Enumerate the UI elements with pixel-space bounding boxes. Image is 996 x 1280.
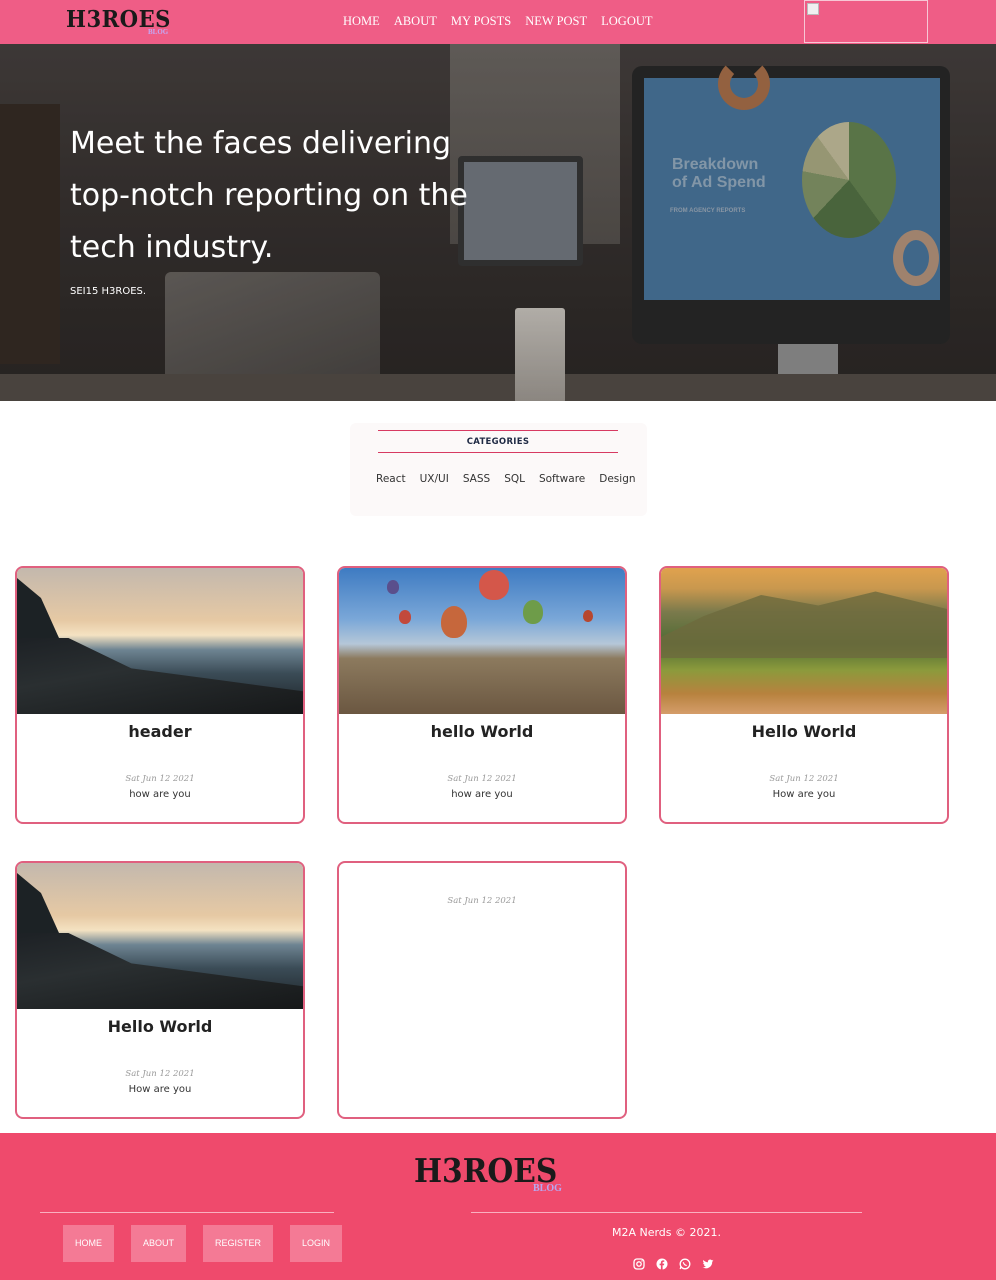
category-sql[interactable]: SQL bbox=[504, 473, 525, 485]
nav-link-about[interactable]: ABOUT bbox=[394, 14, 437, 29]
facebook-icon[interactable] bbox=[655, 1257, 669, 1271]
category-react[interactable]: React bbox=[376, 473, 406, 485]
post-excerpt: how are you bbox=[451, 789, 513, 800]
footer-link-login[interactable]: LOGIN bbox=[290, 1225, 343, 1262]
site-logo-subtitle: BLOG bbox=[148, 28, 169, 36]
nav-links: HOME ABOUT MY POSTS NEW POST LOGOUT bbox=[343, 14, 653, 29]
nav-link-home[interactable]: HOME bbox=[343, 14, 380, 29]
post-card[interactable]: Hello World Sat Jun 12 2021 How are you bbox=[659, 566, 949, 824]
post-date: Sat Jun 12 2021 bbox=[447, 774, 517, 784]
post-title: hello World bbox=[430, 722, 534, 741]
post-date: Sat Jun 12 2021 bbox=[769, 774, 839, 784]
twitter-icon[interactable] bbox=[701, 1257, 715, 1271]
instagram-icon[interactable] bbox=[632, 1257, 646, 1271]
broken-image-icon bbox=[807, 3, 819, 15]
hero-subtitle: SEI15 H3ROES. bbox=[70, 286, 147, 297]
post-date: Sat Jun 12 2021 bbox=[447, 896, 517, 906]
post-date: Sat Jun 12 2021 bbox=[125, 774, 195, 784]
whatsapp-icon[interactable] bbox=[678, 1257, 692, 1271]
nav-link-new-post[interactable]: NEW POST bbox=[525, 14, 587, 29]
post-card[interactable]: header Sat Jun 12 2021 how are you bbox=[15, 566, 305, 824]
footer-links: HOME ABOUT REGISTER LOGIN bbox=[63, 1225, 343, 1262]
navbar: H3ROES BLOG HOME ABOUT MY POSTS NEW POST… bbox=[0, 0, 996, 44]
hero-title: Meet the faces delivering top-notch repo… bbox=[70, 126, 468, 265]
category-ux-ui[interactable]: UX/UI bbox=[420, 473, 449, 485]
social-links bbox=[632, 1257, 715, 1271]
category-software[interactable]: Software bbox=[539, 473, 585, 485]
post-title: Hello World bbox=[751, 722, 857, 741]
copyright-text: M2A Nerds © 2021. bbox=[611, 1226, 722, 1239]
broken-image-placeholder bbox=[804, 0, 928, 43]
nav-link-logout[interactable]: LOGOUT bbox=[601, 14, 652, 29]
categories-header: CATEGORIES bbox=[378, 430, 618, 453]
footer-divider-right bbox=[471, 1212, 862, 1213]
categories-panel: CATEGORIES React UX/UI SASS SQL Software… bbox=[350, 423, 647, 516]
footer-logo-subtitle: BLOG bbox=[533, 1183, 562, 1194]
categories-list: React UX/UI SASS SQL Software Design bbox=[376, 473, 636, 485]
post-card[interactable]: Sat Jun 12 2021 bbox=[337, 861, 627, 1119]
post-title: Hello World bbox=[107, 1017, 213, 1036]
post-card[interactable]: Hello World Sat Jun 12 2021 How are you bbox=[15, 861, 305, 1119]
footer-link-register[interactable]: REGISTER bbox=[203, 1225, 274, 1262]
post-image bbox=[339, 568, 625, 714]
post-image bbox=[17, 568, 303, 714]
footer: H3ROES BLOG HOME ABOUT REGISTER LOGIN M2… bbox=[0, 1133, 996, 1280]
footer-link-about[interactable]: ABOUT bbox=[131, 1225, 187, 1262]
post-card[interactable]: hello World Sat Jun 12 2021 how are you bbox=[337, 566, 627, 824]
post-date: Sat Jun 12 2021 bbox=[125, 1069, 195, 1079]
post-excerpt: how are you bbox=[129, 789, 191, 800]
post-image bbox=[17, 863, 303, 1009]
post-excerpt: How are you bbox=[772, 789, 836, 800]
footer-divider-left bbox=[40, 1212, 334, 1213]
nav-link-my-posts[interactable]: MY POSTS bbox=[451, 14, 511, 29]
footer-link-home[interactable]: HOME bbox=[63, 1225, 114, 1262]
post-excerpt: How are you bbox=[128, 1084, 192, 1095]
category-sass[interactable]: SASS bbox=[463, 473, 490, 485]
hero-banner: Breakdown of Ad Spend FROM AGENCY REPORT… bbox=[0, 44, 996, 401]
post-image bbox=[661, 568, 947, 714]
category-design[interactable]: Design bbox=[599, 473, 635, 485]
post-title: header bbox=[128, 722, 192, 741]
categories-title: CATEGORIES bbox=[466, 437, 530, 447]
